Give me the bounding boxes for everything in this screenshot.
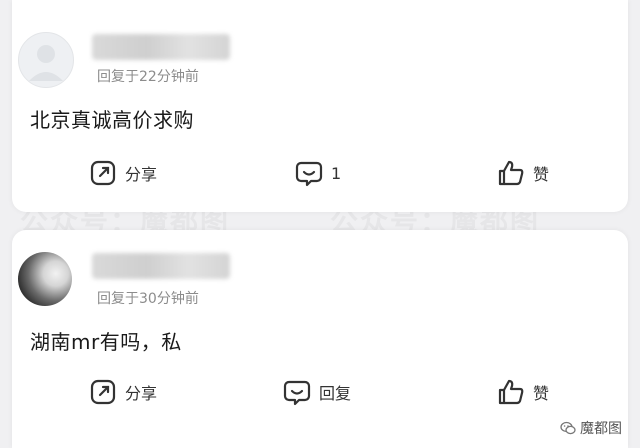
comment-bubble-icon	[295, 161, 323, 187]
username-blurred[interactable]	[92, 34, 230, 60]
comment-count: 1	[331, 163, 342, 183]
share-label: 分享	[125, 165, 158, 184]
source-badge: 魔都图	[554, 416, 628, 440]
source-badge-label: 魔都图	[580, 421, 622, 437]
wechat-icon	[560, 421, 576, 435]
comment-button[interactable]: 1	[295, 159, 341, 187]
share-label: 分享	[125, 384, 158, 403]
share-button[interactable]: 分享	[89, 159, 157, 187]
like-button[interactable]: 赞	[497, 159, 549, 187]
reply-label: 回复	[319, 384, 352, 403]
comment-timestamp: 回复于30分钟前	[97, 291, 199, 307]
like-button[interactable]: 赞	[497, 378, 549, 406]
avatar-placeholder-icon	[29, 45, 63, 81]
comment-text: 湖南mr有吗，私	[30, 330, 182, 354]
like-label: 赞	[533, 165, 550, 184]
share-button[interactable]: 分享	[89, 378, 157, 406]
thumbs-up-icon	[498, 379, 524, 405]
like-label: 赞	[533, 384, 550, 403]
comment-timestamp: 回复于22分钟前	[97, 69, 199, 85]
username-blurred[interactable]	[92, 253, 230, 279]
share-edit-icon	[90, 160, 116, 186]
thumbs-up-icon	[498, 160, 524, 186]
comment-bubble-icon	[283, 380, 311, 406]
avatar[interactable]	[18, 252, 72, 306]
share-edit-icon	[90, 379, 116, 405]
comment-text: 北京真诚高价求购	[30, 108, 194, 132]
reply-button[interactable]: 回复	[283, 378, 351, 406]
avatar[interactable]	[18, 32, 74, 88]
